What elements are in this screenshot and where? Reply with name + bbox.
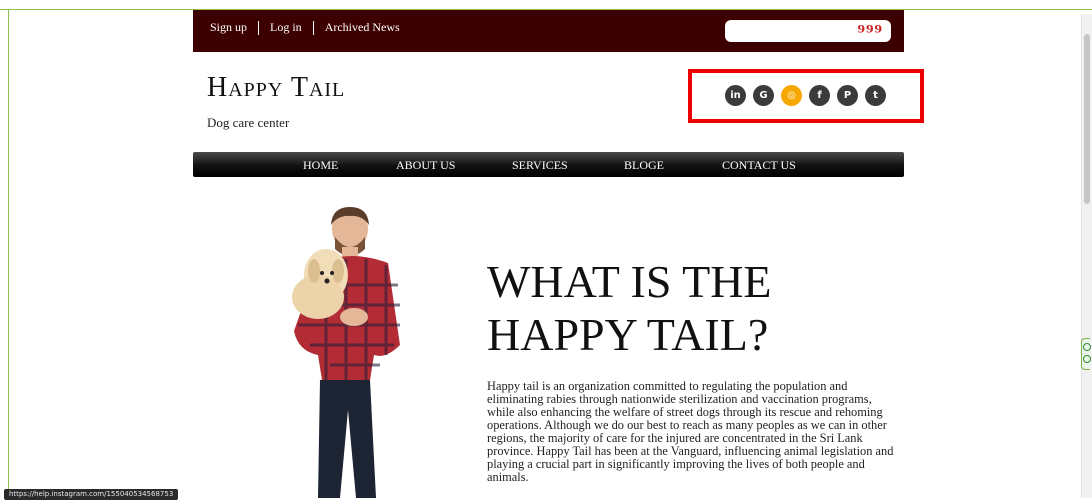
scrollbar[interactable] [1081,14,1092,498]
separator [258,21,260,36]
site-subtitle: Dog care center [207,115,290,130]
top-links: Sign up Log in Archived News [210,20,400,36]
captcha-text: 999 [857,22,883,36]
heading-line-2: HAPPY TAIL? [487,309,769,360]
scrollbar-thumb[interactable] [1084,34,1090,204]
main-nav: HOME ABOUT US SERVICES BLOGE CONTACT US [193,152,904,177]
heading-line-1: WHAT IS THE [487,256,772,307]
nav-about-us[interactable]: ABOUT US [396,158,455,173]
nav-services[interactable]: SERVICES [512,158,568,173]
intro-paragraph: Happy tail is an organization committed … [487,379,894,484]
top-bar: Sign up Log in Archived News 999 [193,10,904,52]
pinterest-icon[interactable]: P [837,85,858,106]
instagram-icon[interactable]: ◎ [781,85,802,106]
extension-widget[interactable] [1081,338,1091,370]
main-heading: WHAT IS THE HAPPY TAIL? [487,255,772,361]
twitter-icon[interactable]: t [865,85,886,106]
nav-bloge[interactable]: BLOGE [624,158,664,173]
linkedin-icon[interactable]: in [725,85,746,106]
nav-contact-us[interactable]: CONTACT US [722,158,796,173]
facebook-icon[interactable]: f [809,85,830,106]
social-highlight-box: in G ◎ f Pt [688,69,924,123]
search-input[interactable]: 999 [725,20,891,42]
signup-link[interactable]: Sign up [210,20,247,35]
status-bar-url: https://help.instagram.com/1550405345687… [4,489,179,500]
google-plus-icon[interactable]: G [753,85,774,106]
site-title[interactable]: Happy Tail [207,72,345,104]
nav-home[interactable]: HOME [303,158,338,173]
login-link[interactable]: Log in [270,20,302,35]
separator [312,21,314,36]
social-icons: in G ◎ f Pt [725,85,886,106]
hero-image-man-with-puppy [292,207,400,498]
browser-frame-left [8,9,9,498]
archived-news-link[interactable]: Archived News [325,20,400,35]
